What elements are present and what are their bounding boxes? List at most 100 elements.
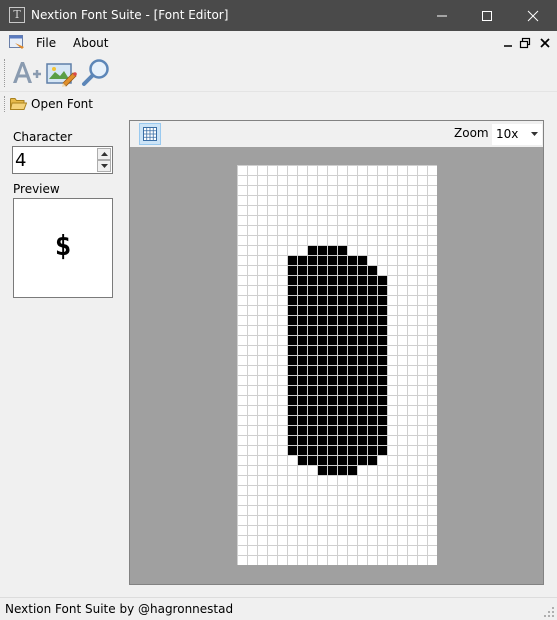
pixel-on[interactable] [307, 375, 317, 385]
pixel-on[interactable] [367, 355, 377, 365]
zoom-select[interactable]: 10x [492, 124, 542, 145]
pixel-on[interactable] [327, 405, 337, 415]
pixel-on[interactable] [337, 435, 347, 445]
pixel-on[interactable] [317, 345, 327, 355]
pixel-on[interactable] [327, 445, 337, 455]
pixel-on[interactable] [367, 455, 377, 465]
pixel-on[interactable] [377, 375, 387, 385]
pixel-on[interactable] [327, 465, 337, 475]
resize-grip-icon[interactable] [543, 606, 555, 618]
grid-toggle-button[interactable] [139, 123, 161, 145]
pixel-on[interactable] [307, 435, 317, 445]
pixel-on[interactable] [327, 375, 337, 385]
pixel-on[interactable] [367, 275, 377, 285]
pixel-on[interactable] [377, 405, 387, 415]
pixel-on[interactable] [317, 315, 327, 325]
pixel-on[interactable] [337, 415, 347, 425]
pixel-on[interactable] [347, 295, 357, 305]
pixel-on[interactable] [307, 255, 317, 265]
pixel-on[interactable] [307, 245, 317, 255]
pixel-on[interactable] [367, 295, 377, 305]
open-font-button[interactable]: Open Font [10, 95, 93, 113]
minimize-button[interactable] [419, 0, 465, 31]
pixel-on[interactable] [357, 325, 367, 335]
pixel-on[interactable] [377, 415, 387, 425]
pixel-on[interactable] [317, 375, 327, 385]
pixel-on[interactable] [297, 395, 307, 405]
pixel-on[interactable] [297, 255, 307, 265]
pixel-on[interactable] [297, 415, 307, 425]
pixel-on[interactable] [287, 275, 297, 285]
pixel-on[interactable] [307, 355, 317, 365]
pixel-on[interactable] [297, 325, 307, 335]
child-minimize-icon[interactable] [501, 36, 515, 50]
pixel-grid[interactable] [237, 165, 437, 565]
pixel-on[interactable] [317, 275, 327, 285]
pixel-on[interactable] [307, 285, 317, 295]
pixel-on[interactable] [327, 245, 337, 255]
pixel-on[interactable] [347, 275, 357, 285]
pixel-on[interactable] [297, 265, 307, 275]
pixel-on[interactable] [317, 465, 327, 475]
pixel-on[interactable] [377, 325, 387, 335]
pixel-on[interactable] [347, 455, 357, 465]
pixel-on[interactable] [367, 445, 377, 455]
pixel-on[interactable] [297, 335, 307, 345]
character-stepper[interactable]: 4 [12, 146, 113, 174]
pixel-on[interactable] [367, 425, 377, 435]
pixel-on[interactable] [367, 305, 377, 315]
pixel-on[interactable] [337, 325, 347, 335]
pixel-on[interactable] [307, 315, 317, 325]
pixel-on[interactable] [317, 305, 327, 315]
pixel-on[interactable] [377, 295, 387, 305]
pixel-on[interactable] [317, 325, 327, 335]
pixel-on[interactable] [347, 375, 357, 385]
pixel-on[interactable] [297, 305, 307, 315]
pixel-on[interactable] [377, 355, 387, 365]
pixel-on[interactable] [357, 435, 367, 445]
pixel-on[interactable] [367, 335, 377, 345]
add-font-icon[interactable] [10, 57, 42, 89]
pixel-on[interactable] [297, 405, 307, 415]
pixel-on[interactable] [297, 435, 307, 445]
pixel-on[interactable] [347, 405, 357, 415]
pixel-on[interactable] [317, 245, 327, 255]
pixel-on[interactable] [337, 265, 347, 275]
pixel-on[interactable] [337, 315, 347, 325]
pixel-on[interactable] [357, 375, 367, 385]
pixel-on[interactable] [297, 425, 307, 435]
pixel-on[interactable] [367, 405, 377, 415]
pixel-on[interactable] [357, 315, 367, 325]
pixel-on[interactable] [357, 385, 367, 395]
toolbar-grip[interactable] [4, 59, 6, 87]
pixel-on[interactable] [327, 425, 337, 435]
pixel-on[interactable] [377, 345, 387, 355]
pixel-on[interactable] [297, 385, 307, 395]
pixel-on[interactable] [357, 355, 367, 365]
pixel-on[interactable] [357, 345, 367, 355]
pixel-on[interactable] [367, 285, 377, 295]
pixel-on[interactable] [307, 305, 317, 315]
pixel-on[interactable] [317, 285, 327, 295]
pixel-on[interactable] [357, 285, 367, 295]
pixel-on[interactable] [307, 455, 317, 465]
pixel-on[interactable] [327, 355, 337, 365]
pixel-on[interactable] [367, 435, 377, 445]
pixel-on[interactable] [317, 255, 327, 265]
pixel-on[interactable] [337, 365, 347, 375]
pixel-on[interactable] [337, 345, 347, 355]
pixel-on[interactable] [337, 445, 347, 455]
pixel-on[interactable] [287, 355, 297, 365]
pixel-on[interactable] [287, 295, 297, 305]
pixel-on[interactable] [337, 455, 347, 465]
pixel-on[interactable] [297, 345, 307, 355]
pixel-on[interactable] [347, 315, 357, 325]
pixel-on[interactable] [327, 395, 337, 405]
pixel-on[interactable] [357, 365, 367, 375]
pixel-on[interactable] [357, 255, 367, 265]
pixel-on[interactable] [337, 405, 347, 415]
pixel-on[interactable] [307, 345, 317, 355]
pixel-on[interactable] [287, 415, 297, 425]
pixel-on[interactable] [377, 285, 387, 295]
pixel-on[interactable] [327, 275, 337, 285]
